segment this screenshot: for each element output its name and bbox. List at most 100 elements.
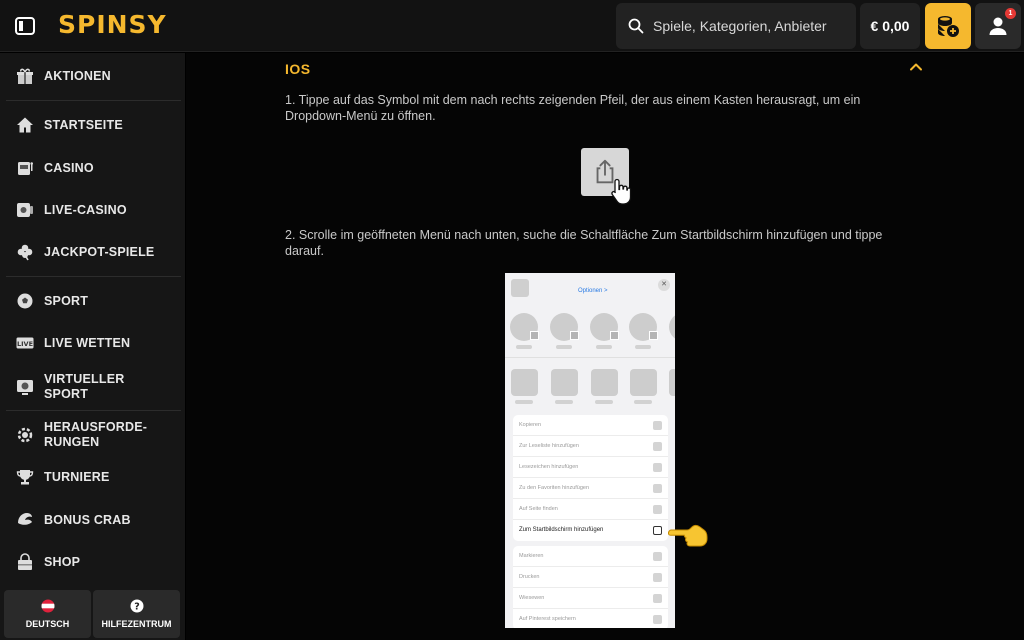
sidebar-item-herausforderungen[interactable]: HERAUSFORDE- RUNGEN (0, 419, 185, 451)
pointer-hand-icon (611, 178, 632, 205)
placeholder-bar (516, 345, 532, 349)
app-icon (511, 369, 538, 396)
top-bar: SPINSY € 0,00 1 (0, 0, 1024, 52)
coins-plus-icon (938, 16, 959, 37)
action-row: Zu den Favoriten hinzufügen (513, 478, 668, 499)
markup-icon (653, 552, 662, 561)
live-casino-icon (16, 201, 34, 219)
placeholder-bar (595, 400, 613, 404)
options-link: Optionen > (578, 288, 608, 294)
challenge-icon (16, 426, 34, 444)
sidebar-item-jackpot-spiele[interactable]: JACKPOT-SPIELE (0, 241, 185, 263)
help-icon: ? (130, 599, 143, 613)
glasses-icon (653, 442, 662, 451)
sidebar-item-label: SHOP (44, 554, 81, 569)
close-icon: ✕ (658, 279, 670, 291)
help-center-button[interactable]: ? HILFEZENTRUM (93, 590, 180, 638)
app-badge (530, 331, 539, 340)
profile-button[interactable]: 1 (975, 3, 1021, 49)
action-row: Drucken (513, 567, 668, 588)
pinterest-icon (653, 615, 662, 624)
live-badge-icon: LIVE (16, 334, 34, 352)
sidebar-item-virtueller-sport[interactable]: VIRTUELLER SPORT (0, 371, 185, 403)
sidebar-item-live-wetten[interactable]: LIVE LIVE WETTEN (0, 332, 185, 354)
chevron-up-icon[interactable] (908, 59, 924, 75)
section-title[interactable]: IOS (285, 61, 311, 77)
action-row: Auf Seite finden (513, 499, 668, 520)
search-icon (628, 18, 644, 34)
action-row: Kopieren (513, 415, 668, 436)
soccer-ball-icon (16, 292, 34, 310)
gift-icon (16, 67, 34, 85)
sidebar-toggle-icon[interactable] (14, 15, 38, 37)
sidebar-item-label: SPORT (44, 293, 89, 308)
sidebar-item-turniere[interactable]: TURNIERE (0, 466, 185, 488)
virtual-sport-icon (16, 378, 34, 396)
action-row: Markieren (513, 546, 668, 567)
austria-flag-icon (41, 599, 54, 613)
placeholder-bar (515, 400, 533, 404)
notification-badge: 1 (1005, 8, 1016, 19)
sidebar-item-label: JACKPOT-SPIELE (44, 244, 155, 259)
deposit-button[interactable] (925, 3, 971, 49)
ios-share-menu-illustration: Optionen > ✕ Kopieren Zur Leseliste hinz… (505, 273, 675, 628)
sidebar-item-sport[interactable]: SPORT (0, 290, 185, 312)
action-row: Zur Leseliste hinzufügen (513, 436, 668, 457)
search-icon (653, 505, 662, 514)
svg-text:?: ? (134, 602, 140, 613)
sidebar-item-label: HERAUSFORDE- RUNGEN (44, 420, 148, 449)
logo[interactable]: SPINSY (58, 10, 167, 39)
sidebar-item-casino[interactable]: CASINO (0, 157, 185, 179)
language-button[interactable]: DEUTSCH (4, 590, 91, 638)
app-badge (649, 331, 658, 340)
app-badge (610, 331, 619, 340)
app-thumbnail (511, 279, 529, 297)
balance-display[interactable]: € 0,00 (860, 3, 920, 49)
app-icon (551, 369, 578, 396)
clover-icon (16, 243, 34, 261)
instruction-step-1: 1. Tippe auf das Symbol mit dem nach rec… (285, 93, 861, 123)
star-icon (653, 484, 662, 493)
help-label: HILFEZENTRUM (101, 619, 172, 629)
app-icon (591, 369, 618, 396)
placeholder-bar (596, 345, 612, 349)
plus-square-icon (653, 526, 662, 535)
sidebar: AKTIONEN STARTSEITE CASINO LIVE-CASINO J… (0, 53, 185, 640)
sidebar-item-label: VIRTUELLER SPORT (44, 372, 125, 401)
main-content: IOS 1. Tippe auf das Symbol mit dem nach… (186, 53, 1024, 640)
app-icon (630, 369, 657, 396)
user-icon (989, 17, 1007, 35)
placeholder-bar (556, 345, 572, 349)
sidebar-item-aktionen[interactable]: AKTIONEN (0, 65, 185, 87)
book-icon (653, 463, 662, 472)
slot-machine-icon (16, 159, 34, 177)
action-row: Lesezeichen hinzufügen (513, 457, 668, 478)
sidebar-item-label: BONUS CRAB (44, 512, 131, 527)
sidebar-item-label: LIVE-CASINO (44, 202, 127, 217)
pointing-hand-icon (668, 525, 708, 547)
sidebar-divider (6, 276, 181, 277)
sidebar-item-shop[interactable]: SHOP (0, 551, 185, 573)
copy-icon (653, 421, 662, 430)
search-bar[interactable] (616, 3, 856, 49)
search-input[interactable] (653, 18, 843, 34)
action-list: Kopieren Zur Leseliste hinzufügen Leseze… (513, 415, 668, 541)
instruction-step-2: 2. Scrolle im geöffneten Menü nach unten… (285, 228, 883, 258)
sidebar-item-live-casino[interactable]: LIVE-CASINO (0, 199, 185, 221)
placeholder-bar (555, 400, 573, 404)
separator (505, 357, 675, 358)
home-icon (16, 116, 34, 134)
placeholder-bar (634, 400, 652, 404)
language-label: DEUTSCH (25, 619, 70, 629)
action-row: Wiesewen (513, 588, 668, 609)
sidebar-item-bonus-crab[interactable]: BONUS CRAB (0, 509, 185, 531)
printer-icon (653, 573, 662, 582)
action-list: Markieren Drucken Wiesewen Auf Pinterest… (513, 546, 668, 628)
action-row: Auf Pinterest speichern (513, 609, 668, 628)
placeholder-bar (635, 345, 651, 349)
app-badge (570, 331, 579, 340)
sidebar-item-label: CASINO (44, 160, 94, 175)
add-to-home-screen-row: Zum Startbildschirm hinzufügen (513, 520, 668, 541)
sidebar-item-startseite[interactable]: STARTSEITE (0, 114, 185, 136)
sidebar-item-label: STARTSEITE (44, 117, 123, 132)
